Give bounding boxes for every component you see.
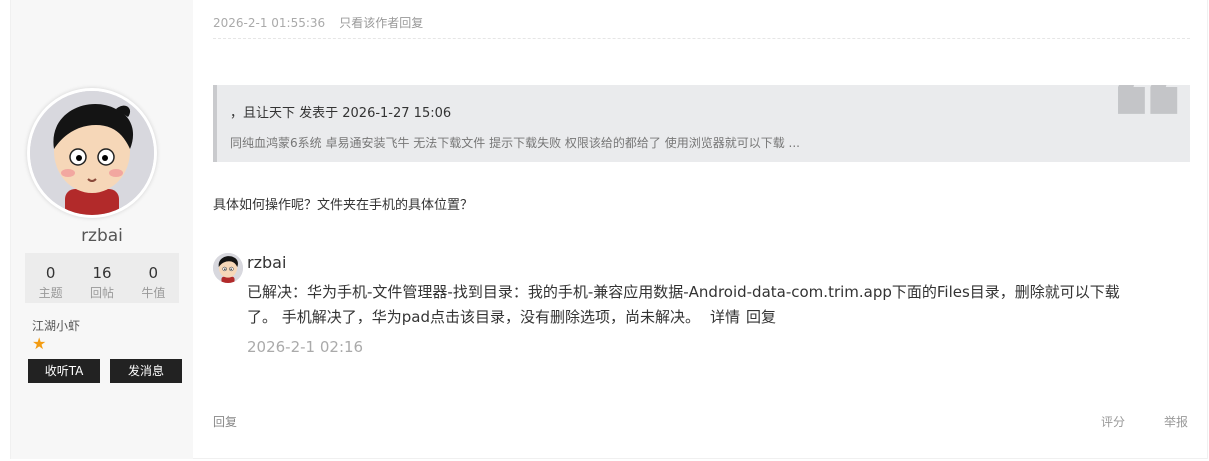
author-avatar[interactable] [27, 88, 157, 218]
stat-value: 16 [92, 264, 112, 282]
send-message-button[interactable]: 发消息 [110, 359, 182, 383]
quote-body: 同纯血鸿蒙6系统 卓易通安装飞牛 无法下载文件 提示下载失败 权限该给的都给了 … [230, 136, 800, 150]
post-question: 具体如何操作呢？文件夹在手机的具体位置？ [213, 198, 474, 213]
stat-points[interactable]: 0 牛值 [128, 253, 179, 303]
report-button[interactable]: 举报 [1164, 413, 1188, 430]
quote-header: ，且让天下 发表于 2026-1-27 15:06 [230, 106, 452, 121]
comment-username[interactable]: rzbai [247, 253, 286, 272]
stat-replies[interactable]: 16 回帖 [76, 253, 127, 303]
stat-threads[interactable]: 0 主题 [25, 253, 76, 303]
stat-label: 牛值 [141, 286, 166, 300]
star-icon: ★ [32, 334, 47, 353]
follow-button[interactable]: 收听TA [28, 359, 100, 383]
post-meta: 2026-2-1 01:55:36 只看该作者回复 [213, 14, 423, 31]
post-timestamp: 2026-2-1 01:55:36 [213, 16, 326, 30]
comment-avatar[interactable] [213, 253, 243, 283]
comment-text: 已解决：华为手机-文件管理器-找到目录：我的手机-兼容应用数据-Android-… [247, 280, 1147, 330]
author-username[interactable]: rzbai [11, 226, 193, 246]
avatar-image [30, 91, 154, 215]
quote-block: ，且让天下 发表于 2026-1-27 15:06 同纯血鸿蒙6系统 卓易通安装… [213, 85, 1190, 162]
author-stats: 0 主题 16 回帖 0 牛值 [25, 253, 179, 303]
meta-divider [213, 38, 1190, 39]
cartoon-avatar-icon [213, 253, 243, 283]
stat-label: 回帖 [89, 286, 114, 300]
quote-mark-icon: ❝ [1105, 85, 1186, 162]
comment-body: 已解决：华为手机-文件管理器-找到目录：我的手机-兼容应用数据-Android-… [247, 283, 1120, 326]
only-author-reply-link[interactable]: 只看该作者回复 [339, 16, 423, 30]
rate-button[interactable]: 评分 [1101, 413, 1125, 430]
comment-reply-link[interactable]: 回复 [746, 308, 776, 326]
comment-details-link[interactable]: 详情 [710, 308, 740, 326]
stat-label: 主题 [38, 286, 63, 300]
comment-time: 2026-2-1 02:16 [247, 338, 364, 356]
reply-button[interactable]: 回复 [213, 413, 237, 430]
author-rank[interactable]: 江湖小虾 [32, 317, 80, 334]
stat-value: 0 [148, 264, 159, 282]
cartoon-avatar-icon [30, 91, 154, 215]
stat-value: 0 [45, 264, 56, 282]
